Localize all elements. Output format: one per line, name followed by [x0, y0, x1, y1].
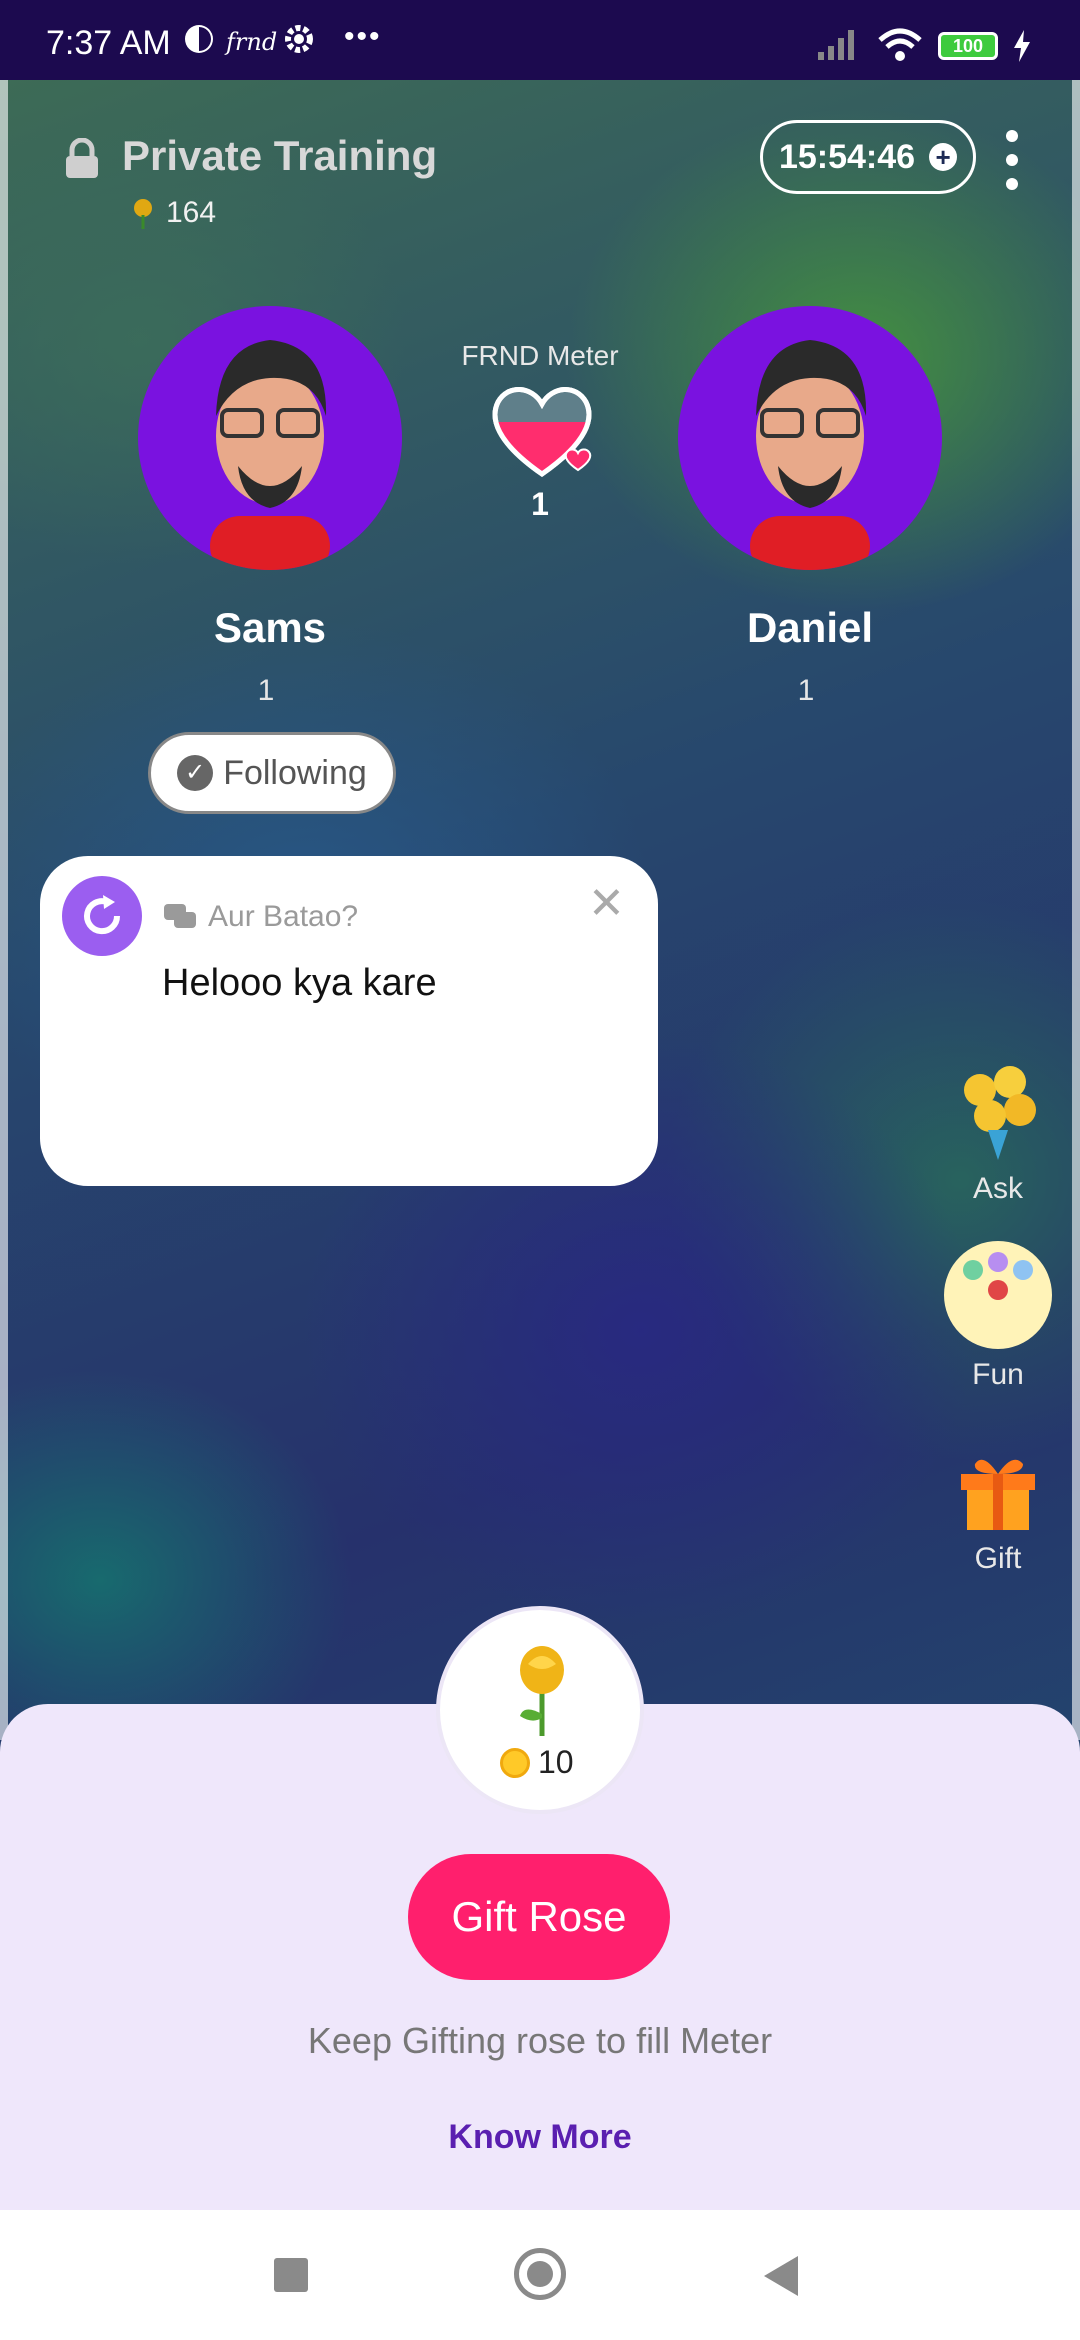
frnd-meter-value: 1	[531, 486, 549, 522]
following-label: Following	[223, 753, 367, 792]
home-button[interactable]	[514, 2248, 566, 2300]
gift-label: Gift	[974, 1542, 1022, 1575]
bouquet-icon	[964, 1066, 1036, 1160]
close-card-button[interactable]: ✕	[588, 882, 625, 926]
rose-count: 164	[128, 196, 216, 230]
more-notifications-icon: •••	[344, 20, 382, 53]
avatar-face-icon	[210, 340, 330, 570]
refresh-prompt-button[interactable]	[62, 876, 142, 956]
user-name-daniel: Daniel	[746, 604, 874, 651]
app-tag: frnd	[226, 28, 278, 56]
yellow-rose-icon	[520, 1646, 564, 1736]
bingo-balls-icon	[944, 1241, 1052, 1349]
status-bar: 7:37 AM frnd ••• 100	[0, 0, 1080, 80]
gift-hint: Keep Gifting rose to fill Meter	[307, 2020, 773, 2061]
gift-button[interactable]: Gift	[938, 1444, 1058, 1576]
battery-level: 100	[952, 36, 984, 56]
coin-icon	[500, 1747, 530, 1778]
timer-value: 15:54:46	[778, 137, 916, 176]
user-count-daniel: 1	[797, 674, 815, 707]
fun-label: Fun	[972, 1358, 1024, 1391]
plus-icon: +	[929, 143, 958, 171]
avatar-sams[interactable]	[138, 306, 402, 570]
back-button[interactable]	[764, 2256, 798, 2296]
rose-price: 10	[500, 1744, 574, 1781]
wifi-icon	[878, 28, 922, 61]
ask-button[interactable]: Ask	[938, 1060, 1058, 1206]
status-time: 7:37 AM	[46, 24, 171, 62]
know-more-link[interactable]: Know More	[0, 2118, 1080, 2157]
battery-icon: 100	[938, 32, 998, 60]
check-icon: ✓	[177, 755, 214, 791]
charging-icon	[1014, 30, 1030, 62]
frnd-meter-heart-icon[interactable]	[486, 378, 598, 488]
room-title: Private Training	[122, 132, 438, 179]
chat-bubbles-icon	[164, 904, 196, 928]
signal-icon	[818, 30, 854, 60]
app-logo-icon	[185, 25, 213, 53]
ask-label: Ask	[972, 1172, 1023, 1205]
fun-button[interactable]: Fun	[938, 1240, 1058, 1392]
conversation-prompt-card: Aur Batao? Helooo kya kare ✕	[40, 856, 658, 1186]
gift-rose-button[interactable]: Gift Rose	[408, 1854, 670, 1980]
rose-price-value: 10	[538, 1744, 574, 1780]
right-frame-edge	[1072, 80, 1080, 1740]
user-count-sams: 1	[257, 674, 275, 707]
avatar-daniel[interactable]	[678, 306, 942, 570]
recents-button[interactable]	[274, 2258, 308, 2292]
prompt-text: Aur Batao?	[208, 900, 359, 933]
left-frame-edge	[0, 80, 8, 1740]
prompt-header: Aur Batao?	[162, 900, 358, 934]
rose-icon	[134, 199, 152, 229]
timer-extend-button[interactable]: 15:54:46 +	[760, 120, 976, 194]
gift-box-icon	[961, 1459, 1035, 1530]
lock-icon	[66, 138, 98, 178]
avatar-face-icon	[750, 340, 870, 570]
rose-count-value: 164	[166, 196, 217, 229]
user-name-sams: Sams	[213, 604, 327, 651]
refresh-icon	[84, 895, 121, 935]
more-options-button[interactable]	[1000, 130, 1024, 190]
frnd-meter-label: FRND Meter	[461, 340, 619, 371]
settings-gear-icon	[285, 25, 313, 53]
rose-item[interactable]	[436, 1606, 644, 1814]
prompt-message: Helooo kya kare	[162, 962, 437, 1004]
following-button[interactable]: ✓ Following	[148, 732, 396, 814]
